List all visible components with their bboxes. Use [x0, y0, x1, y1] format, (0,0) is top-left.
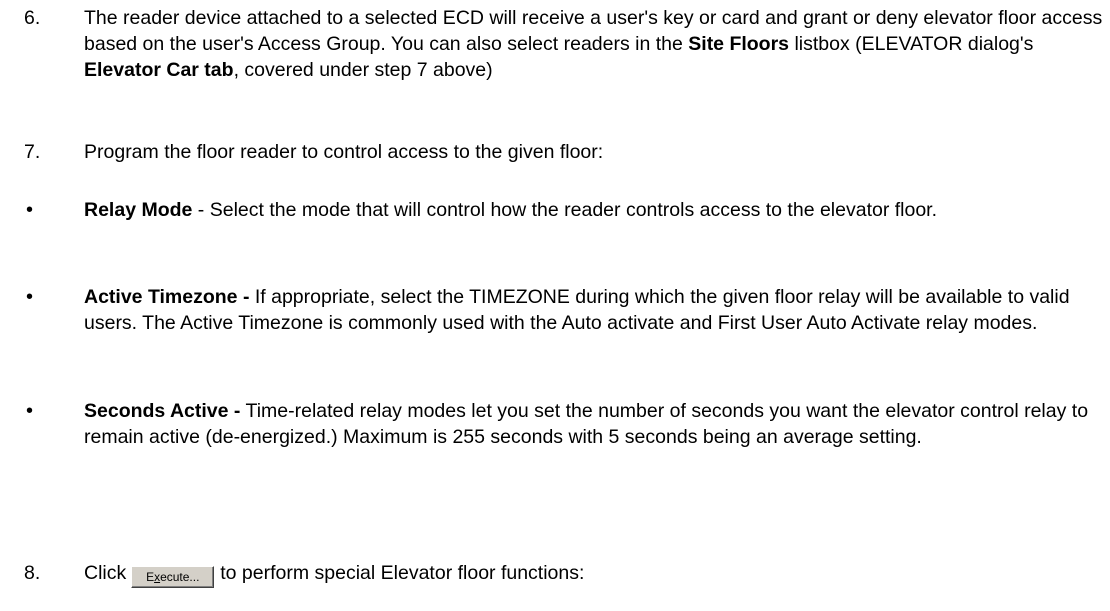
step-7-text: Program the floor reader to control acce…: [84, 141, 604, 163]
bullet-title: Seconds Active -: [84, 400, 241, 422]
step-number: 8.: [24, 562, 41, 584]
step-6-text: The reader device attached to a selected…: [84, 7, 1103, 81]
bullet-title: Relay Mode: [84, 199, 193, 221]
bullet-icon: •: [26, 286, 34, 308]
site-floors-label: Site Floors: [688, 33, 790, 55]
step-8-text: Click Execute... to perform special Elevat…: [84, 560, 1104, 588]
elevator-car-tab-label: Elevator Car tab: [84, 59, 234, 81]
step-number: 7.: [24, 141, 41, 163]
bullet-icon: •: [26, 400, 34, 422]
execute-button[interactable]: Execute...: [131, 566, 215, 588]
bullet-icon: •: [26, 199, 34, 221]
bullet-text: Select the mode that will control how th…: [209, 199, 938, 221]
bullet-title: Active Timezone -: [84, 286, 250, 308]
step-number: 6.: [24, 7, 41, 29]
